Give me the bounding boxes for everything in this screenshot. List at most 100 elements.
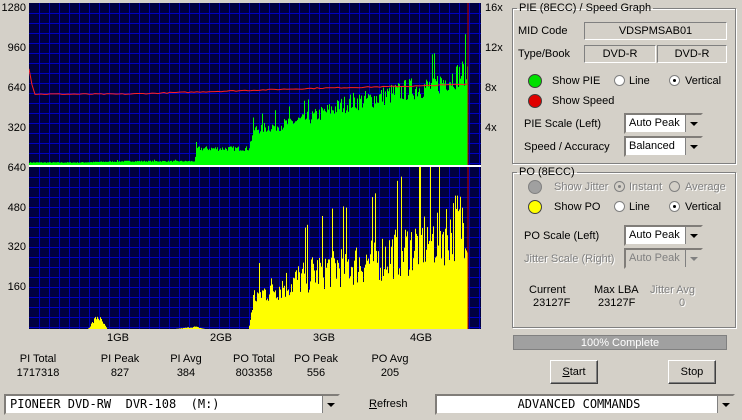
pie-bar	[342, 112, 343, 165]
pie-bar	[155, 161, 156, 165]
po-bar	[187, 327, 188, 329]
po-scale-select[interactable]: Auto Peak	[624, 225, 703, 246]
pie-vertical-label[interactable]: Vertical	[685, 75, 721, 87]
po-bar	[274, 292, 275, 329]
pie-bar	[348, 111, 349, 165]
pie-line-label[interactable]: Line	[629, 75, 650, 87]
pie-bar	[34, 162, 35, 165]
pie-bar	[307, 111, 308, 165]
advanced-commands-select[interactable]: ADVANCED COMMANDS	[435, 394, 735, 415]
po-bar	[336, 278, 337, 329]
drive-select[interactable]: PIONEER DVD-RW DVR-108 (M:)	[4, 394, 340, 415]
pie-bar	[347, 105, 348, 165]
pie-bar	[205, 147, 206, 165]
pie-bar	[84, 162, 85, 165]
po-bar	[310, 281, 311, 329]
po-bar	[322, 215, 323, 329]
pie-bar	[330, 113, 331, 165]
x-tick: 2GB	[210, 332, 233, 344]
show-speed-label[interactable]: Show Speed	[552, 95, 614, 107]
chevron-down-icon[interactable]	[685, 138, 701, 155]
pie-bar	[237, 147, 238, 165]
show-po-label[interactable]: Show PO	[554, 201, 600, 213]
pie-bar	[328, 109, 329, 165]
po-bar	[288, 289, 289, 329]
po-bar	[300, 291, 301, 329]
pie-bar	[52, 162, 53, 165]
pie-bar	[221, 150, 222, 165]
pie-bar	[118, 161, 119, 165]
po-vertical-label[interactable]: Vertical	[685, 201, 721, 213]
po-bar	[99, 320, 100, 329]
pie-vertical-radio[interactable]	[669, 75, 680, 86]
pie-bar	[418, 92, 419, 165]
refresh-link[interactable]: Refresh	[369, 398, 408, 410]
pie-bar	[163, 160, 164, 165]
pie-bar	[154, 159, 155, 165]
pie-bar	[231, 146, 232, 165]
pie-bar	[108, 161, 109, 165]
pie-bar	[250, 141, 251, 165]
speed-accuracy-select[interactable]: Balanced	[624, 136, 703, 157]
pie-bar	[109, 161, 110, 165]
pie-bar	[161, 161, 162, 165]
jitter-color-icon	[528, 180, 542, 194]
pie-bar	[94, 162, 95, 165]
start-button[interactable]: Start	[550, 360, 598, 384]
pie-bar	[157, 161, 158, 165]
pie-color-icon[interactable]	[528, 74, 542, 88]
pie-bar	[224, 149, 225, 165]
pie-bar	[230, 146, 231, 165]
po-bar	[416, 233, 417, 329]
po-bar	[312, 257, 313, 329]
pie-bar	[188, 161, 189, 165]
po-bar	[398, 274, 399, 329]
chevron-down-icon[interactable]	[685, 227, 701, 244]
pie-bar	[83, 162, 84, 165]
pie-bar	[315, 108, 316, 165]
pie-bar	[287, 124, 288, 165]
pie-bar	[322, 108, 323, 165]
chevron-down-icon[interactable]	[322, 396, 338, 413]
pie-bar	[160, 161, 161, 165]
po-bar	[466, 250, 467, 329]
speed-color-icon[interactable]	[528, 94, 542, 108]
pie-bar	[197, 147, 198, 165]
pie-bar	[409, 79, 410, 165]
stop-button[interactable]: Stop	[668, 360, 716, 384]
pie-scale-select[interactable]: Auto Peak	[624, 113, 703, 134]
chevron-down-icon[interactable]	[685, 115, 701, 132]
po-bar	[332, 208, 333, 329]
pie-line-radio[interactable]	[614, 75, 625, 86]
po-bar	[328, 259, 329, 329]
po-line-label[interactable]: Line	[629, 201, 650, 213]
po-bar	[103, 323, 104, 329]
pie-bar	[177, 160, 178, 165]
po-bar	[407, 231, 408, 329]
po-bar	[267, 298, 268, 329]
po-bar	[434, 262, 435, 329]
show-pie-label[interactable]: Show PIE	[552, 75, 600, 87]
po-bar	[321, 266, 322, 329]
po-bar	[277, 297, 278, 329]
pie-bar	[274, 126, 275, 165]
po-color-icon[interactable]	[528, 200, 542, 214]
pie-bar	[59, 162, 60, 165]
pie-bar	[219, 149, 220, 165]
pie-bar	[270, 131, 271, 165]
pie-bar	[58, 162, 59, 165]
po-bar	[303, 262, 304, 329]
po-vertical-radio[interactable]	[669, 201, 680, 212]
pie-bar	[252, 135, 253, 165]
po-line-radio[interactable]	[614, 201, 625, 212]
pie-bar	[236, 148, 237, 165]
pie-bar	[389, 87, 390, 165]
pie-bar	[70, 162, 71, 165]
pie-bar	[195, 156, 196, 165]
chevron-down-icon[interactable]	[717, 396, 733, 413]
pie-bar	[246, 146, 247, 165]
po-bar	[202, 328, 203, 329]
po-bar	[257, 292, 258, 329]
pie-bar	[189, 160, 190, 165]
pie-bar	[440, 76, 441, 165]
